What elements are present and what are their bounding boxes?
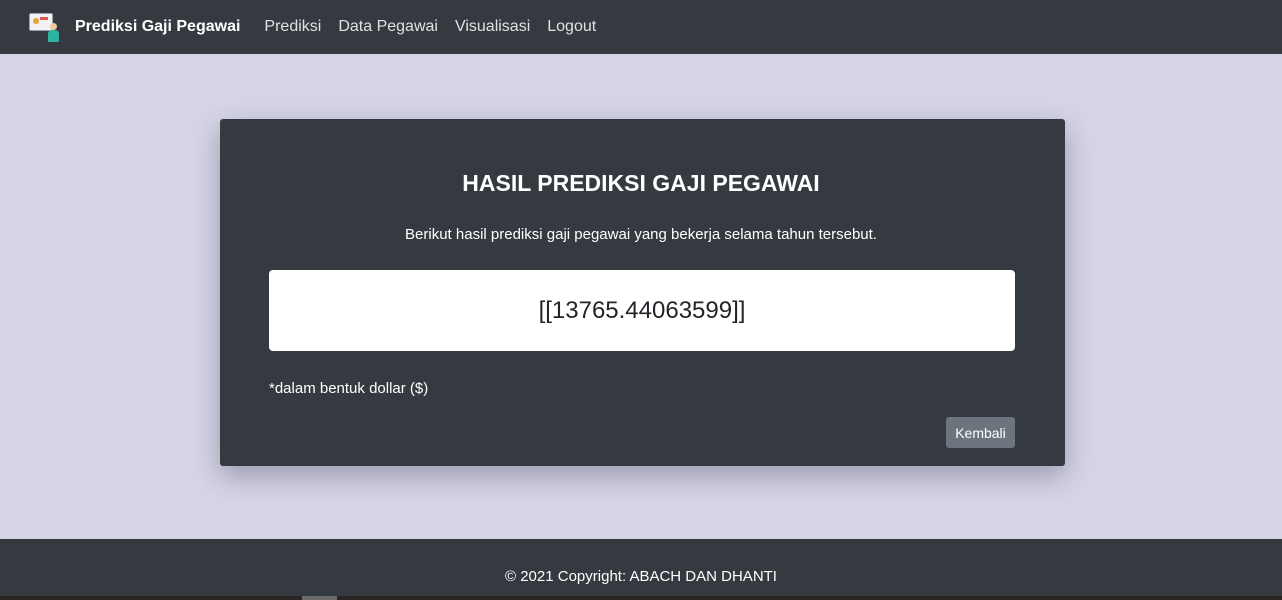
nav-link-prediksi[interactable]: Prediksi — [264, 18, 321, 36]
horizontal-scrollbar[interactable] — [0, 596, 1282, 600]
nav-link-data-pegawai[interactable]: Data Pegawai — [338, 18, 438, 36]
scrollbar-thumb[interactable] — [302, 596, 337, 600]
nav-link-visualisasi[interactable]: Visualisasi — [455, 18, 530, 36]
footer: © 2021 Copyright: ABACH DAN DHANTI — [0, 539, 1282, 600]
prediction-value: [[13765.44063599]] — [538, 296, 746, 324]
currency-note: *dalam bentuk dollar ($) — [269, 380, 429, 397]
navbar: Prediksi Gaji Pegawai Prediksi Data Pega… — [0, 0, 1282, 54]
footer-copyright: © 2021 Copyright: ABACH DAN DHANTI — [505, 568, 777, 585]
prediction-result-box: [[13765.44063599]] — [269, 270, 1015, 351]
navbar-brand[interactable]: Prediksi Gaji Pegawai — [28, 12, 264, 42]
brand-title: Prediksi Gaji Pegawai — [75, 18, 241, 35]
result-description: Berikut hasil prediksi gaji pegawai yang… — [405, 226, 877, 243]
presentation-logo-icon — [28, 12, 60, 42]
back-button[interactable]: Kembali — [946, 417, 1015, 448]
page-title: HASIL PREDIKSI GAJI PEGAWAI — [462, 170, 820, 196]
nav-link-logout[interactable]: Logout — [547, 18, 596, 36]
